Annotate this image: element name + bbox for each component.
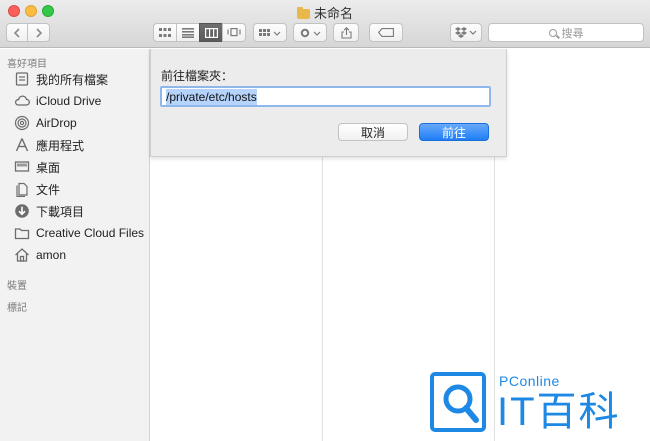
- tags-heading: 標記: [7, 303, 27, 314]
- sidebar-item-label: 桌面: [36, 160, 61, 175]
- list-view-button[interactable]: [176, 23, 200, 42]
- title-bar: 未命名 搜尋: [0, 0, 650, 48]
- airdrop-icon: [14, 115, 30, 131]
- search-field[interactable]: 搜尋: [488, 23, 644, 42]
- column-view-button[interactable]: [199, 23, 223, 42]
- search-placeholder: 搜尋: [561, 27, 584, 40]
- grid-icon: [159, 27, 171, 37]
- gear-icon: [300, 28, 321, 37]
- sidebar-item-desktop[interactable]: 桌面: [14, 157, 148, 177]
- devices-heading: 裝置: [7, 281, 27, 292]
- tag-button[interactable]: [369, 23, 403, 42]
- columns-icon: [204, 27, 218, 38]
- home-icon: [14, 247, 30, 263]
- go-button[interactable]: 前往: [419, 123, 489, 141]
- go-to-folder-label: 前往檔案夾：: [161, 69, 234, 83]
- sidebar-item-applications[interactable]: 應用程式: [14, 135, 148, 155]
- sidebar-item-downloads[interactable]: 下載項目: [14, 201, 148, 221]
- sidebar-item-label: 應用程式: [36, 138, 85, 153]
- arrange-button[interactable]: [253, 23, 287, 42]
- sidebar-item-label: 下載項目: [36, 204, 85, 219]
- watermark-title: IT百科: [497, 390, 621, 434]
- sidebar-item-label: amon: [36, 248, 67, 262]
- finder-window: 未命名 搜尋 喜好項目 我的所有檔案 iCloud Drive AirDrop …: [0, 0, 650, 441]
- applications-icon: [14, 137, 30, 153]
- window-title: 未命名: [0, 3, 650, 22]
- cloud-icon: [14, 93, 30, 109]
- desktop-icon: [14, 159, 30, 175]
- sidebar-item-label: AirDrop: [36, 116, 77, 130]
- pconline-watermark: PConline IT百科: [430, 368, 645, 438]
- folder-icon: [14, 225, 30, 241]
- share-icon: [340, 26, 352, 39]
- sidebar-item-label: 文件: [36, 182, 61, 197]
- search-icon: [548, 28, 557, 37]
- sidebar-item-all-files[interactable]: 我的所有檔案: [14, 69, 148, 89]
- favorites-heading: 喜好項目: [7, 59, 47, 70]
- chevron-left-icon: [13, 27, 20, 38]
- list-icon: [182, 27, 194, 38]
- share-button[interactable]: [333, 23, 359, 42]
- cancel-button[interactable]: 取消: [338, 123, 408, 141]
- window-title-text: 未命名: [313, 6, 353, 21]
- documents-icon: [14, 181, 30, 197]
- dropbox-button[interactable]: [450, 23, 482, 42]
- chevron-right-icon: [35, 27, 42, 38]
- sidebar-item-creative-cloud-files[interactable]: Creative Cloud Files: [14, 223, 148, 243]
- sidebar-item-label: Creative Cloud Files: [36, 226, 145, 240]
- sidebar-item-airdrop[interactable]: AirDrop: [14, 113, 148, 133]
- folder-icon: [296, 7, 310, 19]
- icon-view-button[interactable]: [153, 23, 177, 42]
- sidebar-item-label: 我的所有檔案: [36, 72, 109, 87]
- sidebar-item-documents[interactable]: 文件: [14, 179, 148, 199]
- sidebar-item-label: iCloud Drive: [36, 94, 102, 108]
- cover-flow-view-button[interactable]: [222, 23, 246, 42]
- forward-button[interactable]: [28, 23, 50, 42]
- cover-flow-icon: [227, 27, 241, 36]
- sidebar: 喜好項目 我的所有檔案 iCloud Drive AirDrop 應用程式 桌面…: [0, 49, 150, 441]
- tag-icon: [378, 28, 394, 37]
- dropbox-icon: [455, 27, 477, 38]
- back-button[interactable]: [6, 23, 28, 42]
- watermark-brand: PConline: [499, 373, 560, 389]
- downloads-icon: [14, 203, 30, 219]
- action-button[interactable]: [293, 23, 327, 42]
- folder-path-input[interactable]: /private/etc/hosts: [160, 86, 491, 107]
- all-files-icon: [14, 71, 30, 87]
- sidebar-item-home[interactable]: amon: [14, 245, 148, 265]
- pconline-logo-icon: [430, 372, 486, 432]
- arrange-grid-icon: [259, 28, 281, 36]
- folder-path-value: /private/etc/hosts: [166, 88, 257, 105]
- sidebar-item-icloud-drive[interactable]: iCloud Drive: [14, 91, 148, 111]
- go-to-folder-sheet: 前往檔案夾： /private/etc/hosts 取消 前往: [150, 49, 507, 157]
